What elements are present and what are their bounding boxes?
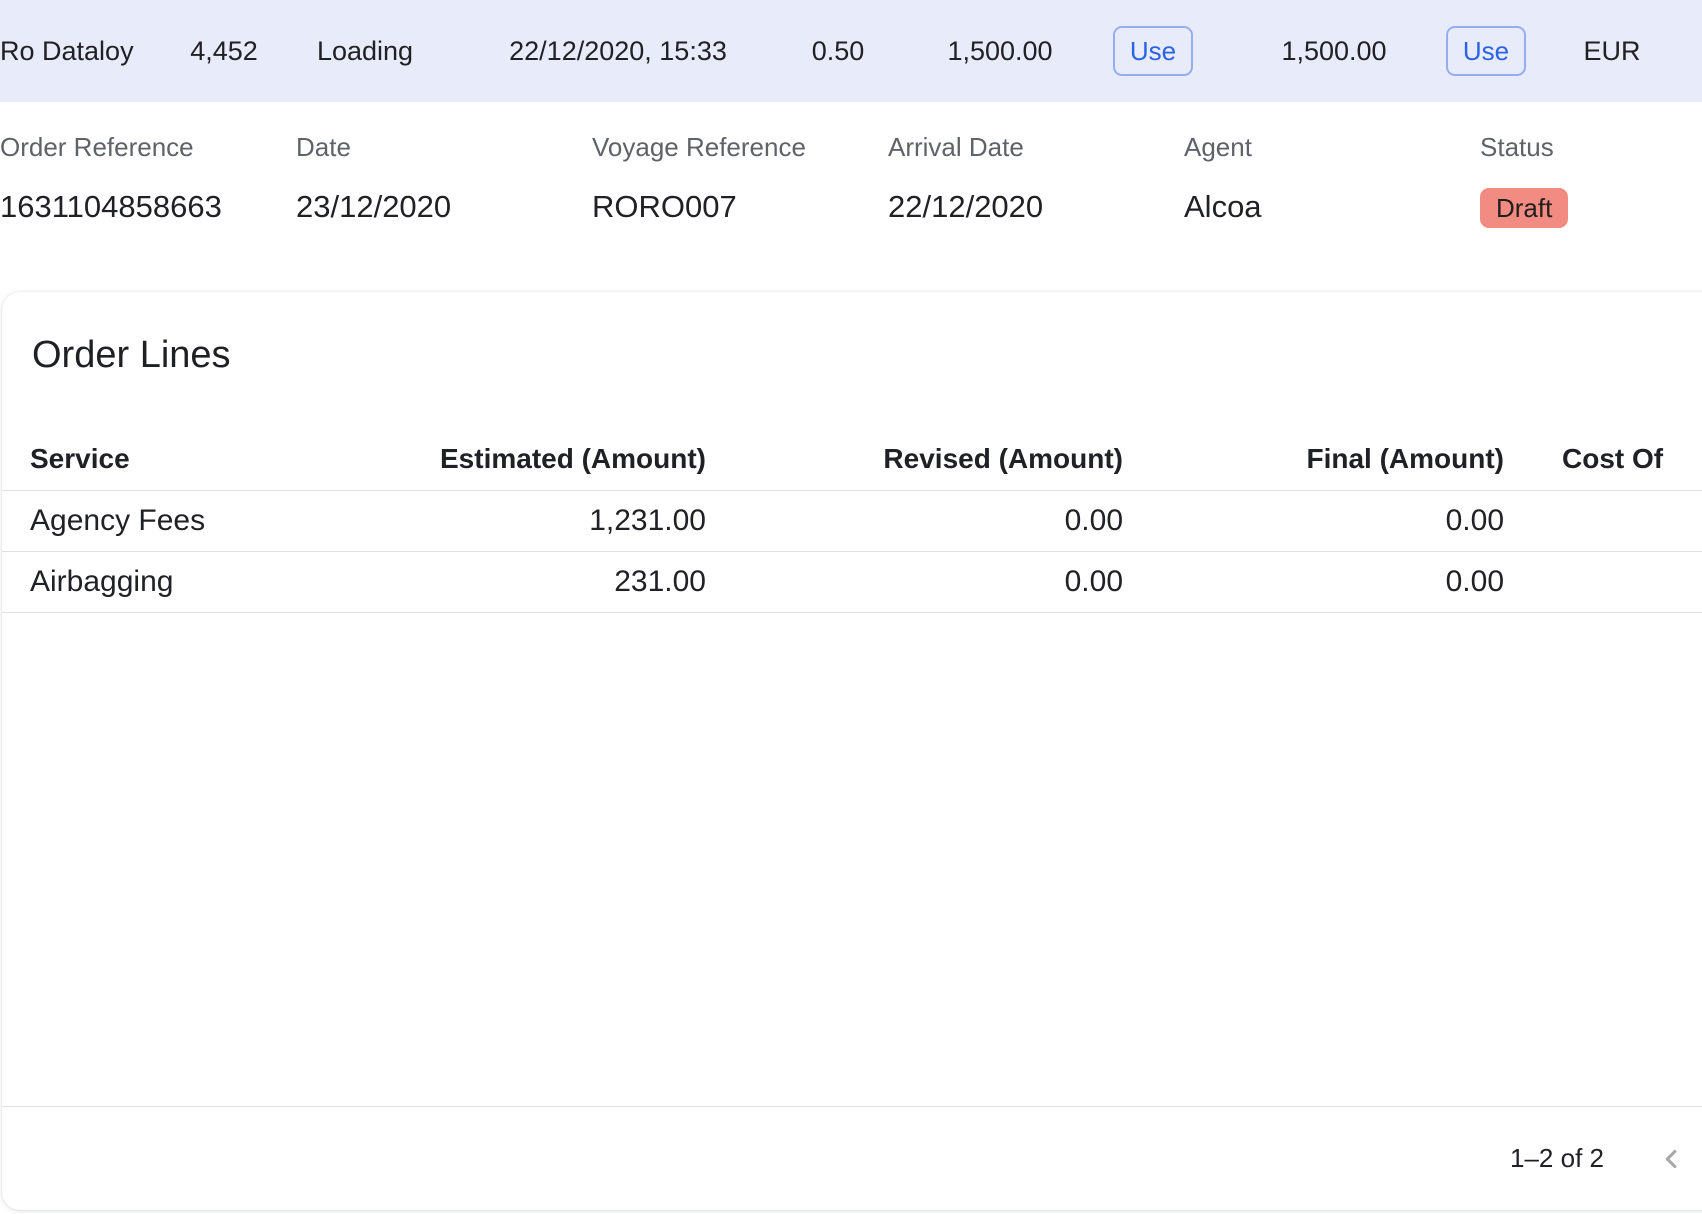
field-value: Alcoa [1184, 188, 1262, 226]
field-value: Draft [1480, 188, 1568, 228]
field-label: Date [296, 132, 451, 162]
field-label: Arrival Date [888, 132, 1043, 162]
paginator: 1–2 of 2 [2, 1106, 1702, 1210]
field-value: 1631104858663 [0, 188, 222, 226]
chevron-left-icon [1658, 1145, 1686, 1173]
field-label: Voyage Reference [592, 132, 806, 162]
estimated-total: 1,500.00 [947, 0, 1052, 102]
field-status: Status Draft [1480, 132, 1568, 228]
field-value: 22/12/2020 [888, 188, 1043, 226]
cargo-quantity: 4,452 [190, 0, 258, 102]
cell-revised: 0.00 [706, 504, 1123, 538]
order-lines-title: Order Lines [32, 333, 1702, 377]
screen: Ro Dataloy 4,452 Loading 22/12/2020, 15:… [0, 0, 1702, 1214]
order-lines-card: Order Lines Service Estimated (Amount) R… [2, 292, 1702, 1210]
cell-service: Airbagging [2, 565, 378, 599]
field-value: 23/12/2020 [296, 188, 451, 226]
cell-revised: 0.00 [706, 565, 1123, 599]
currency-code: EUR [1583, 0, 1640, 102]
field-arrival-date: Arrival Date 22/12/2020 [888, 132, 1043, 226]
operation-label: Loading [317, 0, 413, 102]
status-badge: Draft [1480, 188, 1568, 228]
field-agent: Agent Alcoa [1184, 132, 1262, 226]
page-range-label: 1–2 of 2 [1510, 1143, 1604, 1174]
field-label: Status [1480, 132, 1568, 162]
table-row[interactable]: Airbagging 231.00 0.00 0.00 [2, 552, 1702, 613]
cell-estimated: 1,231.00 [378, 504, 706, 538]
cell-final: 0.00 [1123, 565, 1504, 599]
vessel-summary-bar: Ro Dataloy 4,452 Loading 22/12/2020, 15:… [0, 0, 1702, 102]
prev-page-button[interactable] [1656, 1143, 1688, 1175]
rate-value: 0.50 [812, 0, 865, 102]
use-revised-button[interactable]: Use [1446, 26, 1526, 76]
col-revised: Revised (Amount) [706, 443, 1123, 475]
col-service: Service [2, 443, 378, 475]
vessel-name: Ro Dataloy [0, 0, 134, 102]
field-label: Order Reference [0, 132, 222, 162]
order-lines-table: Service Estimated (Amount) Revised (Amou… [2, 427, 1702, 613]
field-value: RORO007 [592, 188, 806, 226]
field-date: Date 23/12/2020 [296, 132, 451, 226]
field-label: Agent [1184, 132, 1262, 162]
table-header-row: Service Estimated (Amount) Revised (Amou… [2, 427, 1702, 491]
field-voyage-reference: Voyage Reference RORO007 [592, 132, 806, 226]
cell-service: Agency Fees [2, 504, 378, 538]
table-row[interactable]: Agency Fees 1,231.00 0.00 0.00 [2, 491, 1702, 552]
col-cost-of: Cost Of [1504, 443, 1702, 475]
updated-datetime: 22/12/2020, 15:33 [509, 0, 727, 102]
cell-estimated: 231.00 [378, 565, 706, 599]
use-estimated-button[interactable]: Use [1113, 26, 1193, 76]
cell-final: 0.00 [1123, 504, 1504, 538]
field-order-reference: Order Reference 1631104858663 [0, 132, 222, 226]
order-summary: Order Reference 1631104858663 Date 23/12… [0, 102, 1702, 292]
col-final: Final (Amount) [1123, 443, 1504, 475]
col-estimated: Estimated (Amount) [378, 443, 706, 475]
revised-total: 1,500.00 [1281, 0, 1386, 102]
